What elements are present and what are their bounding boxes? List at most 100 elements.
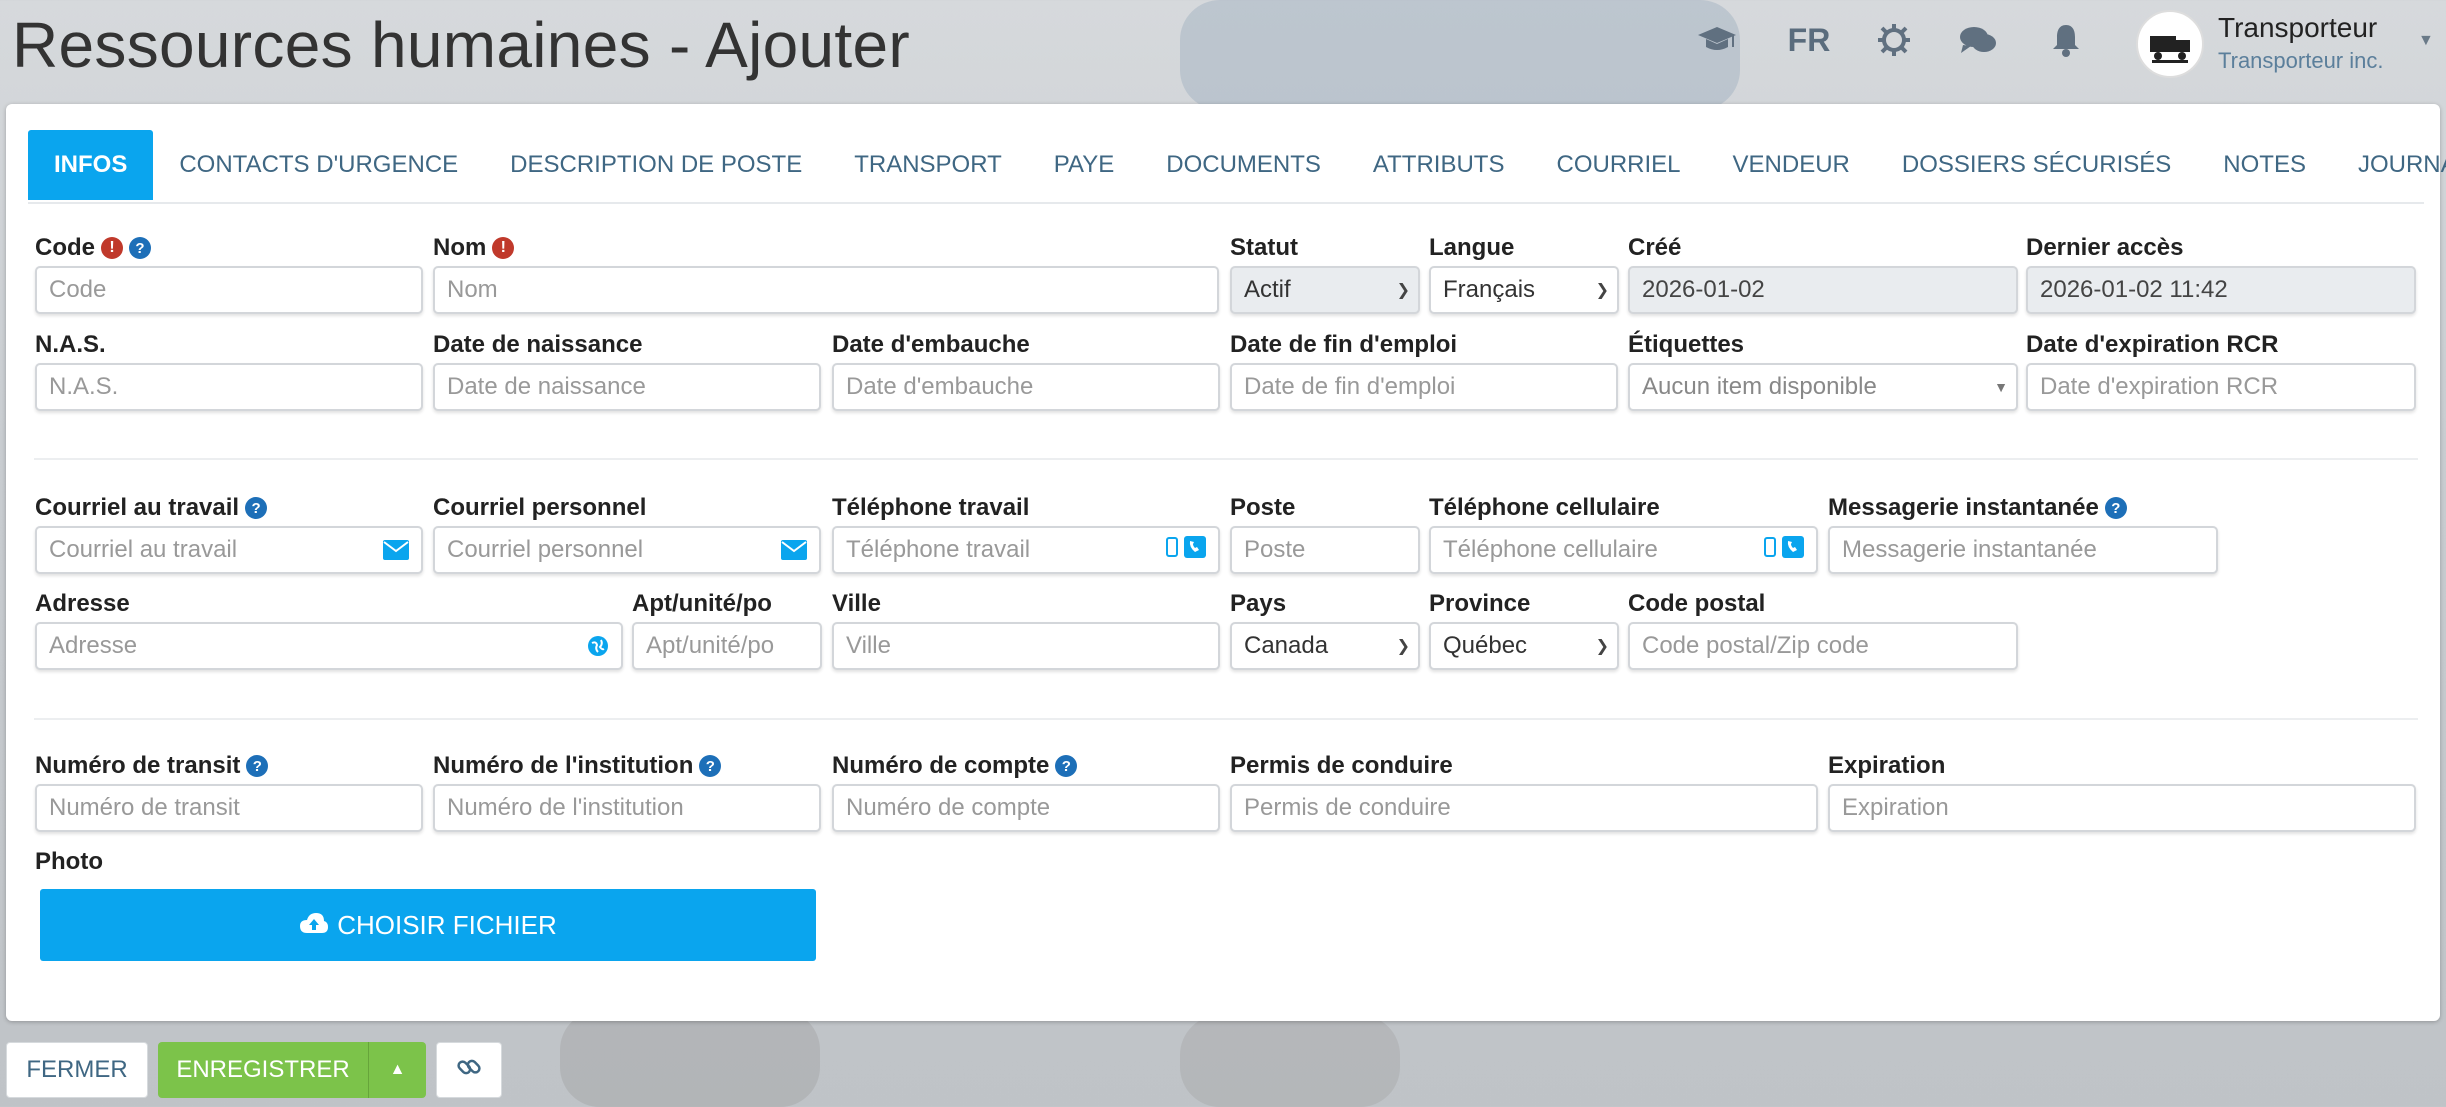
bell-icon[interactable] <box>2046 18 2086 62</box>
help-icon[interactable]: ? <box>129 237 151 259</box>
save-button[interactable]: ENREGISTRER <box>158 1042 368 1098</box>
adresse-placeholder: Adresse <box>49 632 138 659</box>
choose-file-button[interactable]: CHOISIR FICHIER <box>40 889 816 961</box>
langue-select[interactable]: Français ❯ <box>1429 266 1619 314</box>
chevron-down-icon: ❯ <box>1396 282 1410 299</box>
ville-input[interactable]: Ville <box>832 622 1220 670</box>
poste-label: Poste <box>1230 494 1296 521</box>
background-shape <box>1180 1015 1400 1107</box>
courriel-travail-input[interactable]: Courriel au travail <box>35 526 423 574</box>
etiquettes-select[interactable]: Aucun item disponible ▼ <box>1628 363 2018 411</box>
institution-input[interactable]: Numéro de l'institution <box>433 784 821 832</box>
nas-input[interactable]: N.A.S. <box>35 363 423 411</box>
province-label: Province <box>1429 590 1531 617</box>
tab-documents[interactable]: DOCUMENTS <box>1140 130 1347 200</box>
pays-select[interactable]: Canada ❯ <box>1230 622 1420 670</box>
province-select[interactable]: Québec ❯ <box>1429 622 1619 670</box>
help-icon[interactable]: ? <box>1055 755 1078 777</box>
code-placeholder: Code <box>49 276 107 303</box>
messagerie-input[interactable]: Messagerie instantanée <box>1828 526 2218 574</box>
tab-attributs[interactable]: ATTRIBUTS <box>1347 130 1531 200</box>
cree-value: 2026-01-02 <box>1642 276 1765 303</box>
code-postal-input[interactable]: Code postal/Zip code <box>1628 622 2018 670</box>
messagerie-placeholder: Messagerie instantanée <box>1842 536 2097 563</box>
help-icon[interactable]: ? <box>699 755 722 777</box>
nom-label-text: Nom <box>433 234 487 261</box>
settings-gear-icon[interactable] <box>1874 18 1914 62</box>
tab-contacts-urgence[interactable]: CONTACTS D'URGENCE <box>153 130 484 200</box>
poste-input[interactable]: Poste <box>1230 526 1420 574</box>
dernier-acces-field: 2026-01-02 11:42 <box>2026 266 2416 314</box>
adresse-input[interactable]: Adresse <box>35 622 623 670</box>
apt-input[interactable]: Apt/unité/po <box>632 622 822 670</box>
tab-vendeur[interactable]: VENDEUR <box>1707 130 1876 200</box>
code-input[interactable]: Code <box>35 266 423 314</box>
courriel-perso-placeholder: Courriel personnel <box>447 536 644 563</box>
globe-icon[interactable] <box>587 635 609 657</box>
tel-cell-label: Téléphone cellulaire <box>1429 494 1660 521</box>
phone-icon[interactable] <box>1782 535 1804 565</box>
envelope-icon[interactable] <box>781 540 807 560</box>
date-embauche-input[interactable]: Date d'embauche <box>832 363 1220 411</box>
graduation-cap-icon[interactable] <box>1694 18 1740 62</box>
langue-value: Français <box>1443 276 1536 303</box>
tab-infos[interactable]: INFOS <box>28 130 154 200</box>
etiquettes-label: Étiquettes <box>1628 331 1745 358</box>
code-label: Code !? <box>35 234 151 262</box>
courriel-perso-input[interactable]: Courriel personnel <box>433 526 821 574</box>
tab-paye[interactable]: PAYE <box>1028 130 1140 200</box>
code-label-text: Code <box>35 234 95 261</box>
statut-select[interactable]: Actif ❯ <box>1230 266 1420 314</box>
mobile-icon[interactable] <box>1764 536 1776 564</box>
tel-travail-input[interactable]: Téléphone travail <box>832 526 1220 574</box>
page-title: Ressources humaines - Ajouter <box>12 9 911 81</box>
apt-placeholder: Apt/unité/po <box>646 632 775 659</box>
rcr-placeholder: Date d'expiration RCR <box>2040 373 2279 400</box>
apt-label: Apt/unité/po <box>632 590 772 617</box>
permis-label: Permis de conduire <box>1230 752 1453 779</box>
chat-icon[interactable] <box>1956 18 2000 62</box>
date-fin-input[interactable]: Date de fin d'emploi <box>1230 363 1618 411</box>
transit-placeholder: Numéro de transit <box>49 794 240 821</box>
avatar <box>2136 10 2204 78</box>
cree-label: Créé <box>1628 234 1682 261</box>
transit-input[interactable]: Numéro de transit <box>35 784 423 832</box>
mobile-icon[interactable] <box>1166 536 1178 564</box>
chevron-down-icon: ❯ <box>1595 638 1609 655</box>
user-menu[interactable]: Transporteur Transporteur inc. ▼ <box>2136 6 2436 82</box>
help-icon[interactable]: ? <box>245 497 268 519</box>
expiration-input[interactable]: Expiration <box>1828 784 2416 832</box>
rcr-input[interactable]: Date d'expiration RCR <box>2026 363 2416 411</box>
phone-icon[interactable] <box>1184 535 1206 565</box>
province-value: Québec <box>1443 632 1528 659</box>
required-error-icon: ! <box>492 237 515 259</box>
tab-courriel[interactable]: COURRIEL <box>1530 130 1706 200</box>
permis-input[interactable]: Permis de conduire <box>1230 784 1818 832</box>
transit-label-text: Numéro de transit <box>35 752 241 779</box>
help-icon[interactable]: ? <box>2104 497 2127 519</box>
language-selector[interactable]: FR <box>1784 18 1834 62</box>
tel-cell-input[interactable]: Téléphone cellulaire <box>1429 526 1818 574</box>
save-options-button[interactable]: ▲ <box>368 1042 426 1098</box>
link-button[interactable] <box>436 1042 502 1098</box>
tab-transport[interactable]: TRANSPORT <box>828 130 1028 200</box>
tab-description-poste[interactable]: DESCRIPTION DE POSTE <box>484 130 828 200</box>
close-button[interactable]: FERMER <box>6 1042 148 1098</box>
compte-input[interactable]: Numéro de compte <box>832 784 1220 832</box>
courriel-travail-label: Courriel au travail? <box>35 494 268 522</box>
envelope-icon[interactable] <box>383 540 409 560</box>
chevron-down-icon: ❯ <box>1396 638 1410 655</box>
user-name: Transporteur <box>2218 12 2378 43</box>
tab-journal[interactable]: JOURNAL <box>2332 130 2446 200</box>
ville-label: Ville <box>832 590 881 617</box>
tab-dossiers-securises[interactable]: DOSSIERS SÉCURISÉS <box>1876 130 2197 200</box>
help-icon[interactable]: ? <box>246 755 269 777</box>
caret-up-icon: ▲ <box>389 1061 406 1078</box>
poste-placeholder: Poste <box>1244 536 1306 563</box>
tab-notes[interactable]: NOTES <box>2197 130 2332 200</box>
institution-label: Numéro de l'institution? <box>433 752 722 780</box>
date-naissance-input[interactable]: Date de naissance <box>433 363 821 411</box>
nom-input[interactable]: Nom <box>433 266 1219 314</box>
nom-label: Nom ! <box>433 234 515 262</box>
tab-bar: INFOS CONTACTS D'URGENCE DESCRIPTION DE … <box>28 130 2446 204</box>
